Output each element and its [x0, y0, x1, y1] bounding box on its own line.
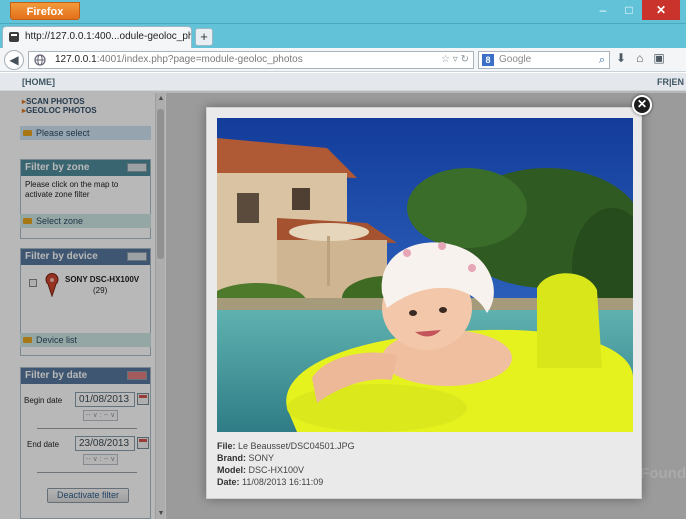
brand-value: SONY	[248, 453, 275, 463]
toolbar-icons: ⬇ ⌂ ▣	[616, 51, 665, 65]
close-icon: ✕	[636, 97, 648, 111]
maximize-button[interactable]: □	[616, 0, 642, 20]
photo-details: File: Le Beausset/DSC04501.JPG Brand: SO…	[217, 440, 355, 488]
download-icon[interactable]: ⬇	[616, 51, 626, 65]
file-value: Le Beausset/DSC04501.JPG	[238, 441, 355, 451]
back-button[interactable]: ◀	[4, 50, 24, 70]
photo-preview	[217, 118, 633, 432]
navigation-bar: ◀ 127.0.0.1:4001/index.php?page=module-g…	[0, 48, 686, 72]
file-label: File:	[217, 441, 236, 451]
date-value: 11/08/2013 16:11:09	[242, 477, 324, 487]
home-link[interactable]: [HOME]	[22, 73, 55, 91]
url-actions: ☆ ▿ ↻	[441, 52, 469, 68]
close-window-button[interactable]: ✕	[642, 0, 680, 20]
date-label: Date:	[217, 477, 240, 487]
date-row: Date: 11/08/2013 16:11:09	[217, 476, 355, 488]
globe-icon	[34, 54, 46, 66]
new-tab-button[interactable]: +	[195, 28, 213, 46]
file-row: File: Le Beausset/DSC04501.JPG	[217, 440, 355, 452]
tab-geoloc-photos[interactable]: http://127.0.0.1:400...odule-geoloc_phot…	[2, 26, 192, 48]
bookmark-star-icon[interactable]: ☆	[441, 54, 450, 65]
firefox-menu-button[interactable]: Firefox	[10, 2, 80, 20]
search-bar[interactable]: 8 Google ⌕	[478, 51, 610, 69]
brand-label: Brand:	[217, 453, 246, 463]
minimize-button[interactable]: –	[590, 0, 616, 20]
tab-title: http://127.0.0.1:400...odule-geoloc_phot…	[25, 31, 191, 42]
search-icon[interactable]: ⌕	[599, 52, 605, 68]
menu-icon[interactable]: ▣	[653, 51, 664, 65]
model-label: Model:	[217, 465, 246, 475]
close-lightbox-button[interactable]: ✕	[632, 95, 652, 115]
url-host: 127.0.0.1	[55, 54, 97, 65]
language-switch[interactable]: FR|EN	[657, 73, 684, 91]
model-value: DSC-HX100V	[248, 465, 305, 475]
tab-bar: http://127.0.0.1:400...odule-geoloc_phot…	[0, 24, 686, 48]
page-icon	[9, 32, 19, 42]
back-arrow-icon: ◀	[9, 53, 19, 67]
brand-row: Brand: SONY	[217, 452, 355, 464]
photo-image	[217, 118, 633, 432]
photo-lightbox: File: Le Beausset/DSC04501.JPG Brand: SO…	[206, 107, 642, 499]
address-bar[interactable]: 127.0.0.1:4001/index.php?page=module-geo…	[28, 51, 474, 69]
reload-icon[interactable]: ↻	[461, 54, 469, 65]
dropdown-icon[interactable]: ▿	[453, 54, 458, 65]
home-icon[interactable]: ⌂	[636, 51, 643, 65]
search-placeholder: Google	[499, 54, 532, 65]
url-path: :4001/index.php?page=module-geoloc_photo…	[96, 54, 303, 65]
window-controls: – □ ✕	[590, 0, 680, 20]
top-strip: [HOME] FR|EN	[0, 73, 686, 91]
model-row: Model: DSC-HX100V	[217, 464, 355, 476]
google-icon: 8	[482, 54, 494, 66]
window-titlebar: Firefox – □ ✕	[0, 0, 686, 24]
